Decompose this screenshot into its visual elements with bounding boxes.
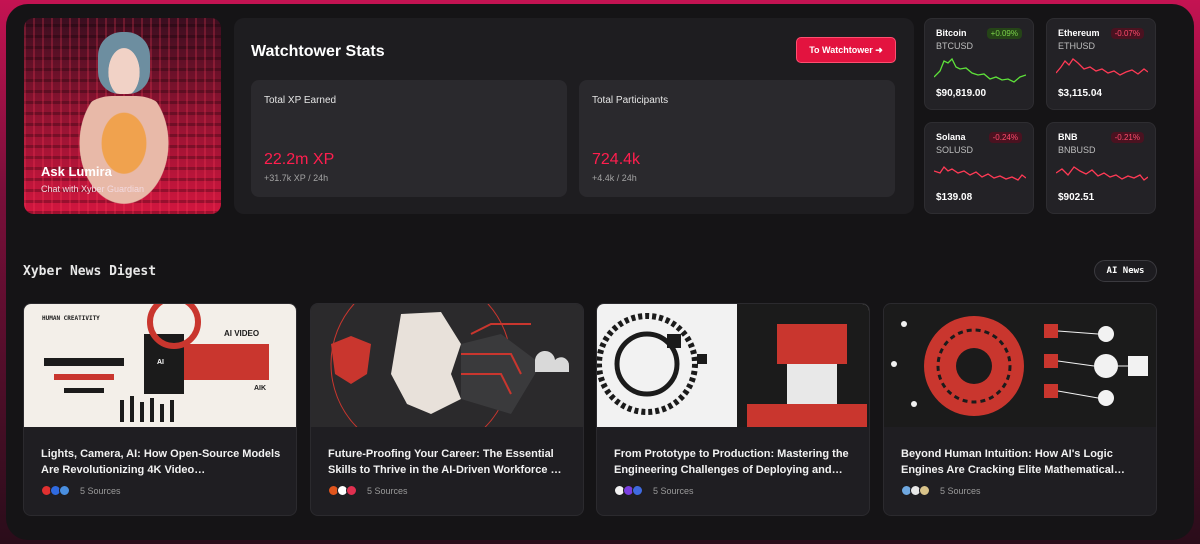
coin-symbol: BNBUSD [1058, 145, 1096, 155]
news-card[interactable]: HUMAN CREATIVITY AI VIDEO AIK AI Lights,… [23, 303, 297, 516]
source-icon [346, 485, 357, 496]
watchtower-stats-panel: Watchtower Stats To Watchtower ➜ Total X… [234, 18, 914, 214]
ai-news-filter-chip[interactable]: AI News [1094, 260, 1157, 282]
news-card[interactable]: Future-Proofing Your Career: The Essenti… [310, 303, 584, 516]
coin-change-badge: -0.24% [988, 132, 1022, 143]
coin-name: Ethereum [1058, 28, 1100, 38]
ai-profile-illustration [330, 304, 570, 427]
news-card[interactable]: Beyond Human Intuition: How AI's Logic E… [883, 303, 1157, 516]
sources-count: 5 Sources [80, 485, 121, 496]
logic-engine-illustration [891, 316, 1148, 416]
news-card-sources[interactable]: 5 Sources [614, 485, 694, 496]
ask-lumira-card[interactable]: Ask Lumira Chat with Xyber Guardian [24, 18, 221, 214]
news-card-title: From Prototype to Production: Mastering … [614, 448, 849, 476]
svg-text:AI: AI [157, 359, 164, 366]
lumira-subtitle: Chat with Xyber Guardian [41, 184, 145, 194]
svg-text:HUMAN CREATIVITY: HUMAN CREATIVITY [42, 315, 100, 322]
to-watchtower-button[interactable]: To Watchtower ➜ [796, 37, 896, 63]
svg-text:AI VIDEO: AI VIDEO [224, 329, 259, 338]
news-card-title: Beyond Human Intuition: How AI's Logic E… [901, 448, 1125, 476]
news-section-title: Xyber News Digest [23, 264, 157, 279]
coin-name: BNB [1058, 132, 1078, 142]
coin-change-badge: +0.09% [986, 28, 1022, 39]
coin-price: $3,115.04 [1058, 88, 1102, 99]
total-xp-card: Total XP Earned 22.2m XP +31.7k XP / 24h [251, 80, 567, 197]
coin-tile-solana[interactable]: Solana SOLUSD -0.24% $139.08 [924, 122, 1034, 214]
stats-title: Watchtower Stats [251, 43, 385, 60]
svg-text:AIK: AIK [254, 385, 266, 392]
sources-count: 5 Sources [653, 485, 694, 496]
sources-count: 5 Sources [367, 485, 408, 496]
news-card-title: Future-Proofing Your Career: The Essenti… [328, 448, 562, 476]
coin-price: $902.51 [1058, 192, 1095, 203]
coin-symbol: ETHUSD [1058, 41, 1096, 51]
source-icon [919, 485, 930, 496]
dashboard-frame: Ask Lumira Chat with Xyber Guardian Watc… [6, 4, 1194, 540]
lumira-avatar-body [72, 96, 176, 214]
news-card-image [884, 304, 1156, 427]
source-icon [632, 485, 643, 496]
news-card-sources[interactable]: 5 Sources [41, 485, 121, 496]
coin-change-badge: -0.07% [1110, 28, 1144, 39]
coin-price: $139.08 [936, 192, 973, 203]
total-participants-card: Total Participants 724.4k +4.4k / 24h [579, 80, 895, 197]
lumira-title: Ask Lumira [41, 164, 112, 179]
participants-value: 724.4k [592, 151, 641, 168]
news-card-image [311, 304, 583, 427]
participants-delta: +4.4k / 24h [592, 173, 637, 183]
coin-symbol: SOLUSD [936, 145, 974, 155]
news-card-image [597, 304, 869, 427]
total-xp-label: Total XP Earned [264, 95, 337, 106]
sparkline-chart [1056, 58, 1148, 76]
coin-name: Solana [936, 132, 966, 142]
coin-price: $90,819.00 [936, 88, 987, 99]
coin-tile-bitcoin[interactable]: Bitcoin BTCUSD +0.09% $90,819.00 [924, 18, 1034, 110]
total-xp-delta: +31.7k XP / 24h [264, 173, 329, 183]
news-card-title: Lights, Camera, AI: How Open-Source Mode… [41, 448, 281, 476]
sparkline-chart [934, 57, 1026, 83]
coin-symbol: BTCUSD [936, 41, 974, 51]
participants-label: Total Participants [592, 95, 669, 106]
coin-tile-bnb[interactable]: BNB BNBUSD -0.21% $902.51 [1046, 122, 1156, 214]
news-card-sources[interactable]: 5 Sources [901, 485, 981, 496]
sparkline-chart [1056, 166, 1148, 181]
source-icon [59, 485, 70, 496]
sources-count: 5 Sources [940, 485, 981, 496]
coin-tile-ethereum[interactable]: Ethereum ETHUSD -0.07% $3,115.04 [1046, 18, 1156, 110]
engineering-illustration [597, 304, 869, 427]
news-card-sources[interactable]: 5 Sources [328, 485, 408, 496]
total-xp-value: 22.2m XP [264, 151, 335, 168]
news-card-image: HUMAN CREATIVITY AI VIDEO AIK AI [24, 304, 296, 427]
coin-name: Bitcoin [936, 28, 967, 38]
sparkline-chart [934, 165, 1026, 181]
news-card[interactable]: From Prototype to Production: Mastering … [596, 303, 870, 516]
lumira-avatar-head [98, 32, 150, 94]
ai-video-illustration: HUMAN CREATIVITY AI VIDEO AIK AI [42, 304, 269, 422]
coin-change-badge: -0.21% [1110, 132, 1144, 143]
